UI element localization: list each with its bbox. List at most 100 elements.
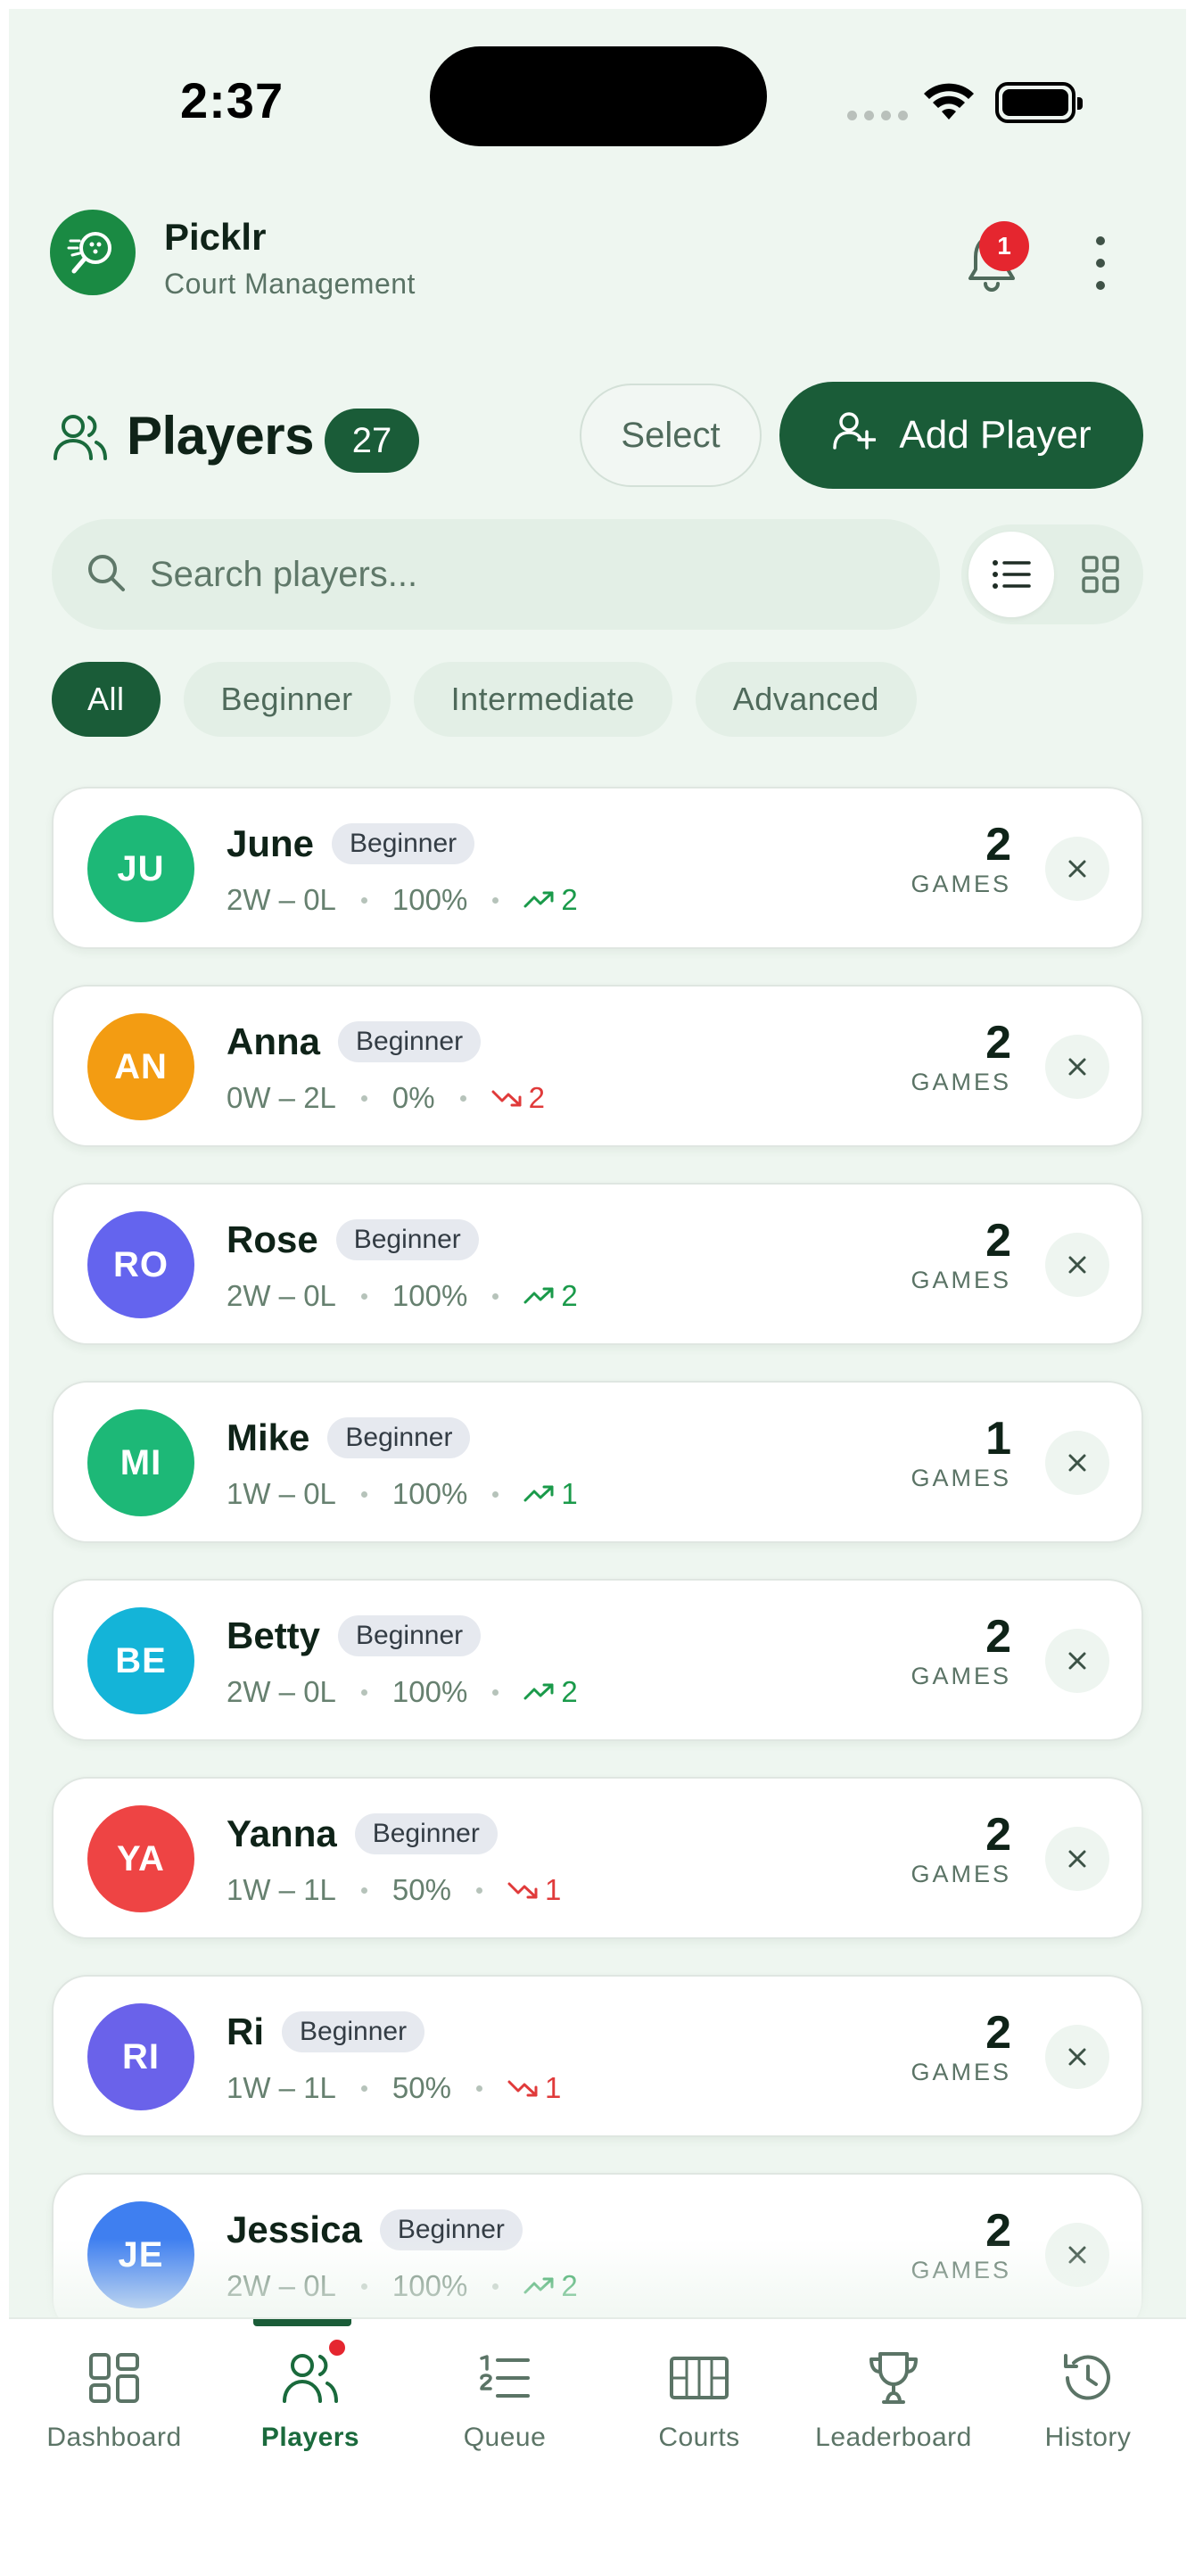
win-percentage: 0% <box>391 1081 435 1114</box>
player-name: Ri <box>227 2010 264 2052</box>
win-loss-record: 2W – 0L <box>227 1675 336 1708</box>
remove-player-button[interactable] <box>1045 2025 1109 2089</box>
trending-up-icon <box>523 1286 556 1306</box>
separator-dot <box>360 1292 367 1300</box>
player-avatar: BE <box>87 1607 194 1714</box>
nav-players-badge-dot <box>326 2337 348 2358</box>
close-icon <box>1066 1451 1089 1474</box>
select-button[interactable]: Select <box>580 384 762 487</box>
win-percentage: 50% <box>391 1873 451 1906</box>
streak-value: 1 <box>544 2071 562 2104</box>
view-toggle <box>961 524 1143 624</box>
remove-player-button[interactable] <box>1045 1233 1109 1297</box>
games-count: 2 GAMES <box>911 1613 1011 1690</box>
skill-level-badge: Beginner <box>338 1615 482 1656</box>
win-percentage: 50% <box>391 2071 451 2104</box>
cellular-signal-icon <box>847 109 915 125</box>
separator-dot <box>492 1292 499 1300</box>
remove-player-button[interactable] <box>1045 1827 1109 1891</box>
player-stats: 1W – 1L 50% 1 <box>227 2071 561 2105</box>
games-label: GAMES <box>911 1069 1011 1095</box>
player-name: Jessica <box>227 2209 362 2250</box>
player-name: Betty <box>227 1614 321 1656</box>
separator-dot <box>459 1094 466 1102</box>
close-icon <box>1066 1847 1089 1870</box>
separator-dot <box>475 1887 482 1894</box>
list-view-icon[interactable] <box>968 532 1054 617</box>
games-number: 2 <box>985 819 1011 871</box>
streak-value: 2 <box>561 883 578 916</box>
separator-dot <box>360 1887 367 1894</box>
skill-level-badge: Beginner <box>338 1021 482 1062</box>
trending-up-icon <box>523 1682 556 1702</box>
search-input[interactable] <box>150 554 863 595</box>
more-options-icon[interactable] <box>1083 236 1118 290</box>
search-bar[interactable] <box>52 519 940 630</box>
trending-down-icon <box>507 1880 540 1900</box>
skill-level-badge: Beginner <box>354 1813 498 1854</box>
skill-level-badge: Beginner <box>332 823 475 864</box>
streak-indicator: 1 <box>507 1873 561 1907</box>
filter-chip-beginner[interactable]: Beginner <box>183 662 391 737</box>
separator-dot <box>360 896 367 904</box>
player-name-row: June Beginner <box>227 822 475 865</box>
remove-player-button[interactable] <box>1045 837 1109 901</box>
player-stats: 1W – 1L 50% 1 <box>227 1873 561 1907</box>
nav-dashboard[interactable]: Dashboard <box>16 2319 212 2498</box>
player-avatar: YA <box>87 1805 194 1912</box>
filter-chip-advanced[interactable]: Advanced <box>695 662 917 737</box>
trending-down-icon <box>507 2078 540 2098</box>
games-number: 2 <box>985 1215 1011 1267</box>
filter-chip-all[interactable]: All <box>52 662 161 737</box>
win-loss-record: 0W – 2L <box>227 1081 336 1114</box>
separator-dot <box>492 1688 499 1696</box>
close-icon <box>1066 1253 1089 1276</box>
win-percentage: 100% <box>391 1477 468 1510</box>
player-name-row: Mike Beginner <box>227 1416 471 1459</box>
nav-queue[interactable]: Queue <box>407 2319 603 2498</box>
remove-player-button[interactable] <box>1045 1629 1109 1693</box>
nav-queue-label: Queue <box>463 2423 547 2452</box>
player-avatar: RO <box>87 1211 194 1318</box>
player-stats: 0W – 2L 0% 2 <box>227 1081 545 1115</box>
player-card[interactable]: JU June Beginner 2W – 0L 100% 2 2 GAMES <box>52 787 1143 949</box>
dynamic-island <box>430 46 767 146</box>
trending-up-icon <box>523 1484 556 1504</box>
streak-indicator: 2 <box>523 883 578 917</box>
player-card[interactable]: RO Rose Beginner 2W – 0L 100% 2 2 GAMES <box>52 1183 1143 1345</box>
player-card[interactable]: YA Yanna Beginner 1W – 1L 50% 1 2 GAMES <box>52 1777 1143 1939</box>
filter-chip-intermediate[interactable]: Intermediate <box>413 662 672 737</box>
remove-player-button[interactable] <box>1045 1431 1109 1495</box>
player-card[interactable]: BE Betty Beginner 2W – 0L 100% 2 2 GAMES <box>52 1579 1143 1741</box>
nav-courts[interactable]: Courts <box>601 2319 797 2498</box>
player-card[interactable]: RI Ri Beginner 1W – 1L 50% 1 2 GAMES <box>52 1975 1143 2137</box>
status-time: 2:37 <box>180 72 284 128</box>
nav-leaderboard[interactable]: Leaderboard <box>795 2319 992 2498</box>
nav-dashboard-label: Dashboard <box>46 2423 182 2452</box>
win-percentage: 100% <box>391 2269 468 2302</box>
player-card[interactable]: AN Anna Beginner 0W – 2L 0% 2 2 GAMES <box>52 985 1143 1147</box>
nav-history[interactable]: History <box>990 2319 1186 2498</box>
separator-dot <box>492 2283 499 2290</box>
wifi-icon <box>920 80 977 128</box>
player-name: Mike <box>227 1416 310 1458</box>
streak-value: 2 <box>528 1081 545 1114</box>
add-player-button[interactable]: Add Player <box>779 382 1143 489</box>
separator-dot <box>360 2085 367 2092</box>
grid-view-icon[interactable] <box>1058 532 1143 617</box>
trending-up-icon <box>523 890 556 910</box>
win-loss-record: 1W – 0L <box>227 1477 336 1510</box>
battery-icon <box>995 82 1083 123</box>
player-name: Rose <box>227 1218 318 1260</box>
status-bar: 2:37 <box>9 9 1186 187</box>
nav-history-label: History <box>1044 2423 1132 2452</box>
player-card[interactable]: JE Jessica Beginner 2W – 0L 100% 2 2 GAMES <box>52 2173 1143 2335</box>
nav-players[interactable]: Players <box>212 2319 408 2498</box>
close-icon <box>1066 857 1089 880</box>
games-label: GAMES <box>911 1267 1011 1293</box>
player-name-row: Rose Beginner <box>227 1218 479 1261</box>
remove-player-button[interactable] <box>1045 2223 1109 2287</box>
games-label: GAMES <box>911 1465 1011 1491</box>
remove-player-button[interactable] <box>1045 1035 1109 1099</box>
player-card[interactable]: MI Mike Beginner 1W – 0L 100% 1 1 GAMES <box>52 1381 1143 1543</box>
